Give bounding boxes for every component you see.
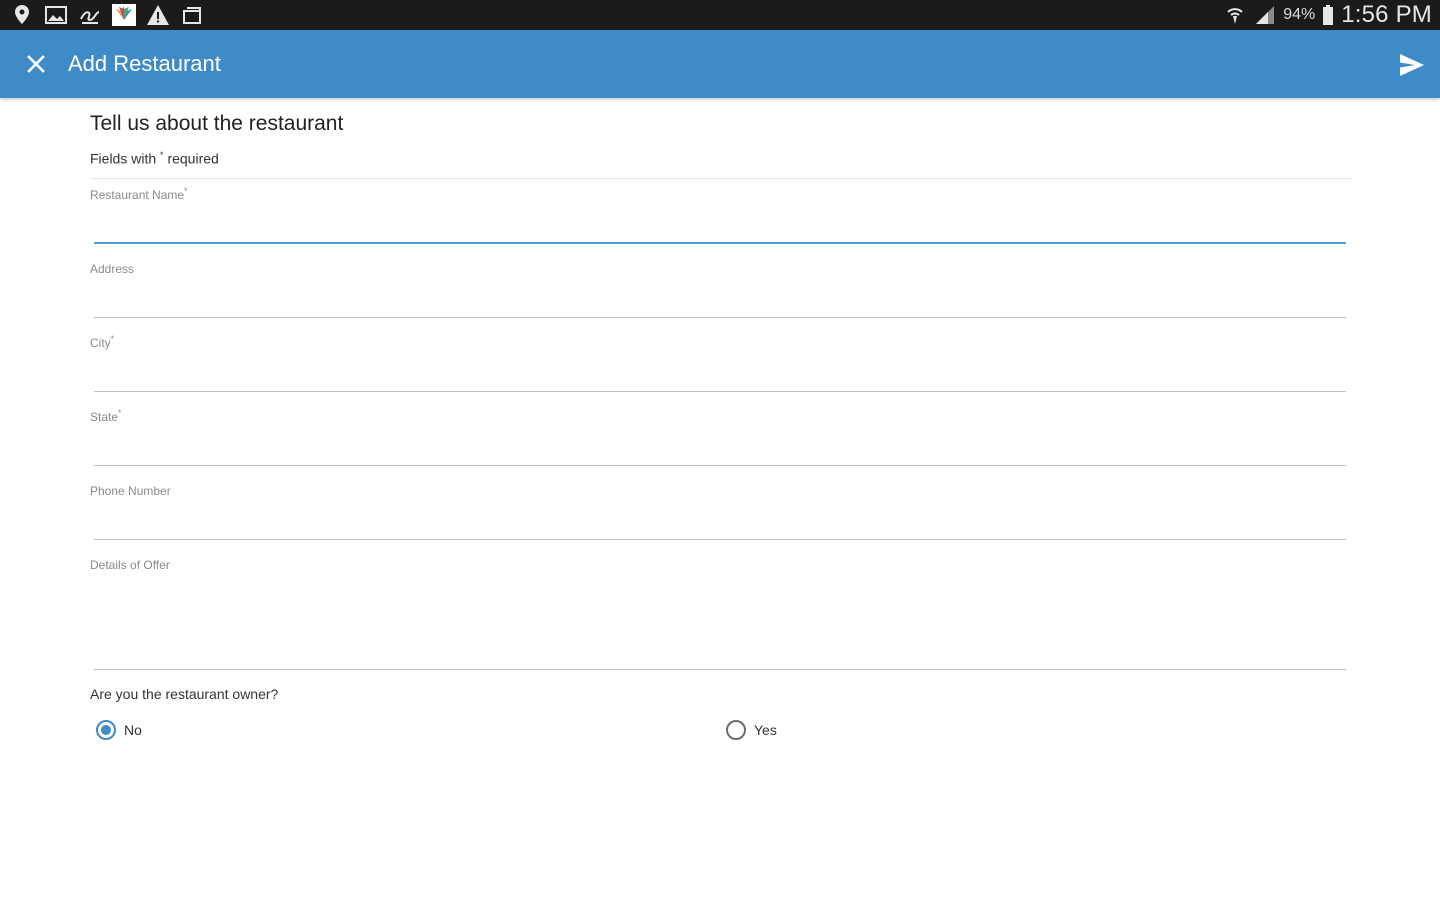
battery-percent: 94%: [1283, 6, 1316, 23]
owner-radio-no[interactable]: No: [96, 720, 142, 740]
close-icon: [27, 55, 45, 73]
address-label: Address: [90, 260, 134, 276]
restaurant-name-input[interactable]: [94, 210, 1346, 244]
details-of-offer-label-text: Details of Offer: [90, 558, 170, 572]
clock: 1:56 PM: [1341, 1, 1432, 28]
address-input[interactable]: [94, 284, 1346, 318]
wifi-icon: [1223, 3, 1247, 27]
required-note-mark: *: [160, 150, 164, 160]
gesture-icon: [78, 3, 102, 27]
battery-icon: [1321, 3, 1335, 27]
owner-radio-no-label: No: [124, 722, 142, 738]
warning-icon: [146, 3, 170, 27]
required-note-suffix: required: [167, 150, 219, 167]
address-label-text: Address: [90, 262, 135, 276]
restaurant-name-label: Restaurant Name*: [90, 186, 188, 202]
signal-icon: [1253, 3, 1277, 27]
form-heading: Tell us about the restaurant: [90, 112, 344, 135]
state-input[interactable]: [94, 432, 1346, 466]
system-status: 94% 1:56 PM: [1223, 1, 1432, 28]
phone-number-label: Phone Number: [90, 482, 171, 498]
owner-radio-yes-label: Yes: [754, 722, 777, 738]
details-of-offer-input[interactable]: [94, 580, 1346, 670]
owner-question: Are you the restaurant owner?: [90, 686, 279, 702]
image-icon: [44, 3, 68, 27]
page-title: Add Restaurant: [68, 51, 221, 76]
radio-checked-icon[interactable]: [96, 720, 116, 740]
send-icon: [1400, 54, 1424, 76]
city-label-text: City: [90, 336, 111, 350]
app-bar: Add Restaurant: [0, 30, 1440, 98]
notification-icons: [10, 3, 204, 27]
radio-unchecked-icon[interactable]: [726, 720, 746, 740]
send-button[interactable]: [1398, 51, 1426, 79]
city-input[interactable]: [94, 358, 1346, 392]
required-mark: *: [184, 186, 188, 196]
stack-icon: [180, 3, 204, 27]
status-bar: 94% 1:56 PM: [0, 0, 1440, 30]
details-of-offer-label: Details of Offer: [90, 556, 170, 572]
required-mark: *: [118, 408, 122, 418]
owner-radio-yes[interactable]: Yes: [726, 720, 777, 740]
state-label: State*: [90, 408, 122, 424]
phone-number-label-text: Phone Number: [90, 484, 171, 498]
city-label: City*: [90, 334, 114, 350]
radio-dot: [101, 725, 111, 735]
divider: [90, 178, 1352, 179]
nbc-icon: [112, 3, 136, 27]
phone-number-input[interactable]: [94, 506, 1346, 540]
restaurant-name-label-text: Restaurant Name: [90, 188, 185, 202]
state-label-text: State: [90, 410, 119, 424]
close-button[interactable]: [22, 50, 50, 78]
required-note-prefix: Fields with: [90, 150, 157, 167]
required-mark: *: [110, 334, 115, 344]
location-pin-icon: [10, 3, 34, 27]
required-note: Fields with * required: [90, 150, 219, 167]
